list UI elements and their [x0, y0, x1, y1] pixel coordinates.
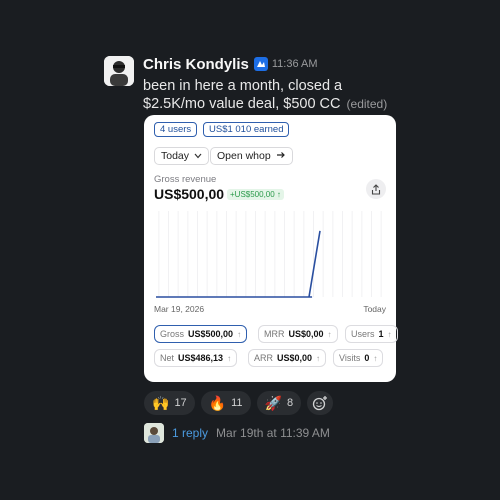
chart-start-date: Mar 19, 2026: [154, 304, 205, 314]
last-reply-time: Mar 19th at 11:39 AM: [216, 426, 330, 440]
metric-value: US$0,00: [277, 353, 313, 363]
metric-value: US$486,13: [178, 353, 224, 363]
metric-label: Net: [160, 353, 175, 363]
metric-visits[interactable]: Visits 0 ↑: [333, 349, 384, 367]
period-select-label: Today: [161, 150, 190, 162]
reaction-rocket[interactable]: 🚀 8: [256, 391, 302, 415]
metric-value: 1: [378, 329, 384, 339]
users-pill[interactable]: 4 users: [154, 122, 198, 137]
message-timestamp[interactable]: 11:36 AM: [272, 58, 318, 70]
reply-count-link[interactable]: 1 reply: [172, 426, 208, 440]
chart-series-line: [156, 230, 321, 298]
author-name[interactable]: Chris Kondylis: [143, 56, 249, 73]
revenue-label: Gross revenue: [154, 174, 217, 185]
reaction-count: 8: [286, 397, 294, 409]
fire-icon: 🔥: [208, 394, 227, 411]
metric-arr[interactable]: ARR US$0,00 ↑: [248, 349, 327, 367]
arrow-up-icon: ↑: [327, 329, 332, 339]
rocket-icon: 🚀: [264, 394, 282, 411]
open-whop-button[interactable]: Open whop: [210, 147, 293, 165]
reply-avatar: [144, 423, 164, 443]
metric-label: ARR: [254, 353, 274, 363]
metric-gross[interactable]: Gross US$500,00 ↑: [154, 325, 248, 343]
metric-value: 0: [364, 353, 370, 363]
metric-label: Users: [351, 329, 375, 339]
arrow-up-icon: ↑: [316, 353, 321, 363]
revenue-chart: [155, 211, 382, 298]
whop-stats-card: 4 users US$1 010 earned Today Open whop …: [144, 115, 398, 382]
chevron-down-icon: [194, 151, 202, 162]
open-whop-label: Open whop: [217, 150, 271, 162]
share-icon[interactable]: [366, 179, 386, 199]
revenue-value: US$500,00: [154, 186, 225, 202]
message-text: been in here a month, closed a $2.5K/mo …: [143, 77, 398, 113]
metric-label: Gross: [160, 329, 185, 339]
reaction-raised-hands[interactable]: 🙌 17: [144, 391, 195, 415]
reaction-count: 11: [231, 397, 243, 409]
chart-end-date: Today: [363, 304, 386, 314]
revenue-delta: +US$500,00 ↑: [227, 189, 284, 200]
app-badge-icon: [253, 57, 268, 71]
add-emoji-icon: [312, 396, 328, 411]
metric-net[interactable]: Net US$486,13 ↑: [154, 349, 238, 367]
metric-users[interactable]: Users 1 ↑: [345, 325, 398, 343]
reaction-fire[interactable]: 🔥 11: [200, 391, 251, 415]
arrow-up-icon: ↑: [387, 329, 392, 339]
period-select[interactable]: Today: [154, 147, 210, 165]
edited-marker: (edited): [346, 97, 388, 111]
thread-summary[interactable]: 1 reply Mar 19th at 11:39 AM: [144, 423, 330, 443]
metric-label: Visits: [339, 353, 361, 363]
arrow-right-icon: [276, 151, 286, 162]
author-avatar[interactable]: [104, 56, 134, 86]
message-body: been in here a month, closed a $2.5K/mo …: [143, 78, 343, 112]
metric-value: US$0,00: [288, 329, 324, 339]
reaction-count: 17: [174, 397, 187, 409]
arrow-up-icon: ↑: [373, 353, 378, 363]
raised-hands-icon: 🙌: [152, 394, 170, 411]
arrow-up-icon: ↑: [237, 329, 242, 339]
earned-pill[interactable]: US$1 010 earned: [203, 122, 290, 137]
metric-value: US$500,00: [188, 329, 234, 339]
arrow-up-icon: ↑: [227, 353, 232, 363]
metric-mrr[interactable]: MRR US$0,00 ↑: [258, 325, 338, 343]
reactions-bar: 🙌 17 🔥 11 🚀 8: [144, 391, 334, 415]
metric-label: MRR: [264, 329, 285, 339]
add-reaction-button[interactable]: [307, 391, 334, 415]
